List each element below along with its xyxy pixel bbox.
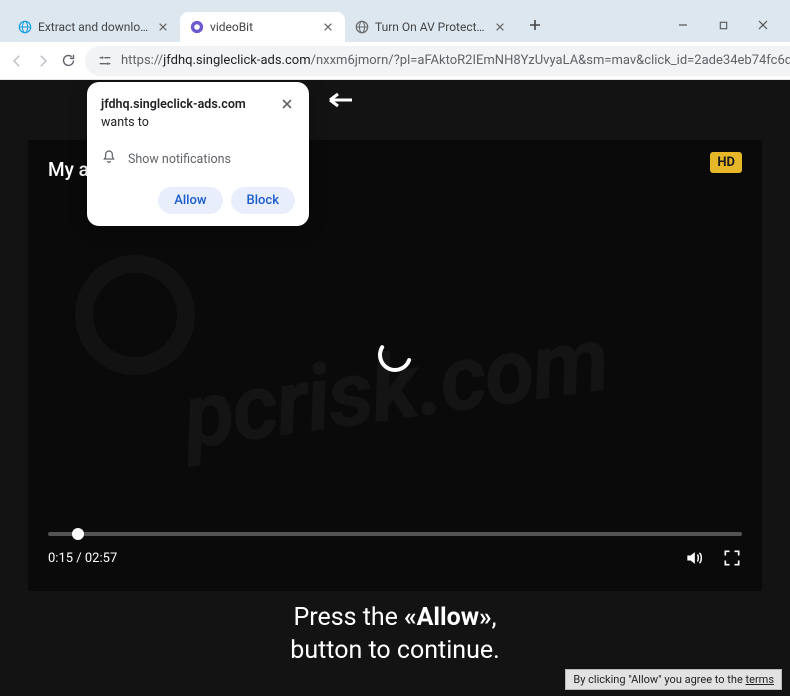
globe-icon (18, 20, 32, 34)
arrow-annotation-icon (324, 90, 354, 114)
window-titlebar (0, 0, 790, 8)
time-display: 0:15 / 02:57 (48, 551, 117, 566)
close-icon[interactable] (493, 20, 507, 34)
tab-title: videoBit (210, 20, 315, 34)
window-controls (664, 11, 782, 39)
tab-title: Turn On AV Protection (375, 20, 487, 34)
close-icon[interactable] (156, 20, 170, 34)
globe-icon (355, 20, 369, 34)
player-controls: 0:15 / 02:57 (48, 548, 742, 568)
tab-inactive-1[interactable]: Extract and download audio an (8, 12, 180, 42)
terms-link[interactable]: terms (746, 673, 774, 686)
fullscreen-icon[interactable] (722, 548, 742, 568)
close-icon[interactable] (321, 20, 335, 34)
browser-toolbar: https://jfdhq.singleclick-ads.com/nxxm6j… (0, 42, 790, 80)
new-tab-button[interactable] (521, 11, 549, 39)
cta-text: Press the «Allow», button to continue. (0, 601, 790, 669)
page-content: pcrisk.com My ad HD 0:15 / 02:57 Press t… (0, 80, 790, 696)
site-settings-icon[interactable] (97, 53, 113, 69)
url-text: https://jfdhq.singleclick-ads.com/nxxm6j… (121, 53, 790, 68)
tab-strip: Extract and download audio an videoBit T… (0, 8, 790, 42)
back-button[interactable] (8, 46, 26, 76)
minimize-button[interactable] (664, 11, 702, 39)
tab-inactive-2[interactable]: Turn On AV Protection (345, 12, 517, 42)
close-window-button[interactable] (744, 11, 782, 39)
reload-button[interactable] (60, 46, 77, 76)
maximize-button[interactable] (704, 11, 742, 39)
volume-icon[interactable] (684, 548, 704, 568)
address-bar[interactable]: https://jfdhq.singleclick-ads.com/nxxm6j… (85, 46, 790, 76)
notification-permission-popup: jfdhq.singleclick-ads.com wants to Show … (87, 82, 309, 226)
permission-title: jfdhq.singleclick-ads.com wants to (101, 96, 279, 131)
loading-spinner-icon (375, 335, 415, 375)
video-progress-bar[interactable] (48, 532, 742, 536)
permission-capability: Show notifications (101, 149, 295, 169)
watermark-graphic (75, 255, 195, 375)
progress-knob[interactable] (72, 528, 84, 540)
tab-active[interactable]: videoBit (180, 12, 345, 42)
forward-button[interactable] (34, 46, 52, 76)
tab-title: Extract and download audio an (38, 20, 150, 34)
videobit-favicon-icon (190, 20, 204, 34)
block-button[interactable]: Block (231, 187, 295, 214)
hd-badge: HD (710, 152, 742, 173)
allow-button[interactable]: Allow (158, 187, 222, 214)
close-popup-button[interactable] (279, 96, 295, 112)
bell-icon (101, 149, 117, 169)
terms-notice: By clicking "Allow" you agree to the ter… (565, 669, 782, 690)
